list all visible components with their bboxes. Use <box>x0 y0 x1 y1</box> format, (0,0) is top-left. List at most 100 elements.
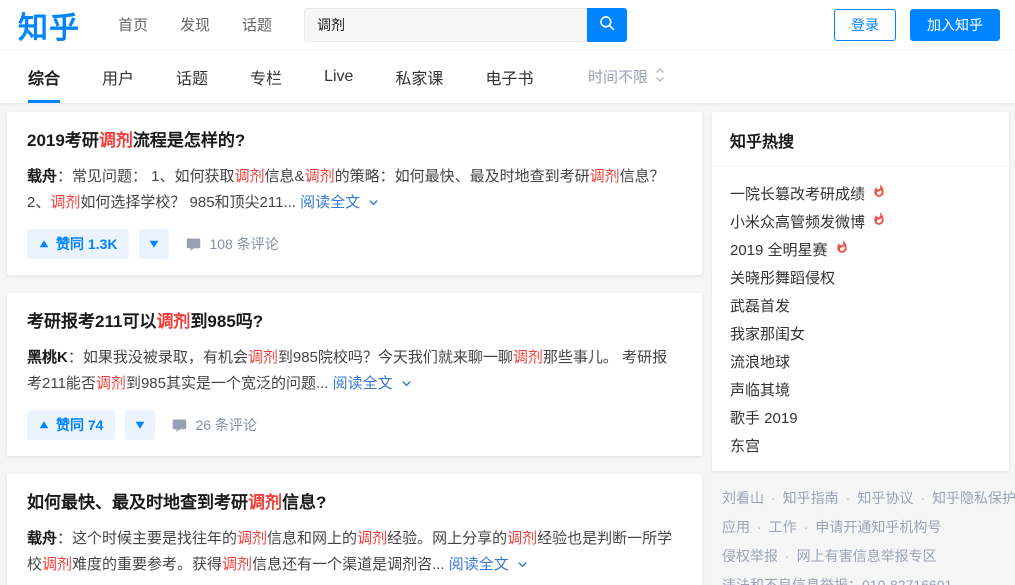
nav-item[interactable]: 发现 <box>180 14 210 35</box>
hot-search-item[interactable]: 关晓彤舞蹈侵权 <box>730 263 991 291</box>
tab[interactable]: 综合 <box>28 50 60 103</box>
highlight-keyword: 调剂 <box>235 168 265 185</box>
footer-link[interactable]: 侵权举报 <box>722 548 778 564</box>
time-filter-dropdown[interactable]: 时间不限 <box>588 66 665 87</box>
tab[interactable]: 用户 <box>102 50 134 103</box>
text-segment: 考研报考211可以 <box>27 312 156 331</box>
hot-search-item[interactable]: 歌手 2019 <box>730 403 991 431</box>
footer-link[interactable]: 违法和不良信息举报：010-82716601 <box>722 577 952 585</box>
result-snippet: 载舟：这个时候主要是找往年的调剂信息和网上的调剂经验。网上分享的调剂经验也是判断… <box>27 526 682 578</box>
footer-line: 应用·工作·申请开通知乎机构号 <box>722 513 1009 542</box>
main-content: 2019考研调剂流程是怎样的? 载舟：常见问题： 1、如何获取调剂信息&调剂的策… <box>0 104 1015 585</box>
result-actions: 赞同 74 26 条评论 <box>27 410 682 440</box>
read-more-link[interactable]: 阅读全文 <box>300 194 379 211</box>
result-author[interactable]: 载舟 <box>27 530 57 547</box>
results-list: 2019考研调剂流程是怎样的? 载舟：常见问题： 1、如何获取调剂信息&调剂的策… <box>7 112 702 585</box>
downvote-button[interactable] <box>139 229 169 259</box>
text-segment: 如何最快、最及时地查到考研 <box>27 493 248 512</box>
downvote-button[interactable] <box>125 410 155 440</box>
footer-link[interactable]: 应用 <box>722 519 750 535</box>
time-filter-label: 时间不限 <box>588 66 648 87</box>
footer-separator: · <box>778 548 797 564</box>
highlight-keyword: 调剂 <box>222 556 252 573</box>
text-segment: 经验。网上分享的 <box>387 530 507 547</box>
tab[interactable]: 电子书 <box>485 50 533 103</box>
text-segment: 信息& <box>265 168 305 185</box>
sort-chevrons-icon <box>655 67 665 87</box>
header-actions: 登录 加入知乎 <box>834 9 1000 41</box>
upvote-button[interactable]: 赞同 74 <box>27 410 115 440</box>
result-title[interactable]: 考研报考211可以调剂到985吗? <box>27 310 682 333</box>
read-more-label: 阅读全文 <box>449 556 513 573</box>
comments-link[interactable]: 26 条评论 <box>172 415 256 435</box>
hot-search-item[interactable]: 我家那闺女 <box>730 319 991 347</box>
read-more-label: 阅读全文 <box>300 194 364 211</box>
triangle-down-icon <box>149 239 159 249</box>
hot-search-item[interactable]: 东宫 <box>730 431 991 459</box>
footer-link[interactable]: 刘看山 <box>722 490 764 506</box>
footer-link[interactable]: 网上有害信息举报专区 <box>797 548 937 564</box>
text-segment: ：如果我没被录取，有机会 <box>68 349 248 366</box>
footer-separator: · <box>750 519 769 535</box>
upvote-label: 赞同 1.3K <box>56 234 117 254</box>
footer-link[interactable]: 知乎隐私保护指引 <box>932 490 1015 506</box>
hot-search-item-label: 东宫 <box>730 435 760 456</box>
hot-search-item[interactable]: 武磊首发 <box>730 291 991 319</box>
highlight-keyword: 调剂 <box>507 530 537 547</box>
zhihu-logo[interactable]: 知乎 <box>18 3 80 47</box>
tab[interactable]: 私家课 <box>395 50 443 103</box>
hot-search-item-label: 小米众高管频发微博 <box>730 211 865 232</box>
result-title[interactable]: 2019考研调剂流程是怎样的? <box>27 129 682 152</box>
footer-link[interactable]: 申请开通知乎机构号 <box>815 519 941 535</box>
footer-link[interactable]: 工作 <box>769 519 797 535</box>
comments-link[interactable]: 108 条评论 <box>186 234 278 254</box>
chevron-down-icon <box>517 559 528 570</box>
join-button[interactable]: 加入知乎 <box>910 9 1000 41</box>
search-input[interactable] <box>304 8 587 42</box>
text-segment: 难度的重要参考。获得 <box>72 556 222 573</box>
read-more-link[interactable]: 阅读全文 <box>449 556 528 573</box>
tab[interactable]: 专栏 <box>250 50 282 103</box>
search-button[interactable] <box>587 8 627 42</box>
result-title[interactable]: 如何最快、最及时地查到考研调剂信息? <box>27 491 682 514</box>
highlight-keyword: 调剂 <box>156 312 190 331</box>
highlight-keyword: 调剂 <box>96 375 126 392</box>
hot-search-item[interactable]: 一院长篡改考研成绩 <box>730 179 991 207</box>
search-bar <box>304 8 627 42</box>
footer-link[interactable]: 知乎指南 <box>783 490 839 506</box>
text-segment: 的策略：如何最快、最及时地查到考研 <box>335 168 590 185</box>
highlight-keyword: 调剂 <box>42 556 72 573</box>
comment-label: 108 条评论 <box>209 234 278 254</box>
read-more-link[interactable]: 阅读全文 <box>333 375 412 392</box>
hot-search-item-label: 流浪地球 <box>730 351 790 372</box>
result-author[interactable]: 黑桃K <box>27 349 68 366</box>
hot-search-item[interactable]: 流浪地球 <box>730 347 991 375</box>
login-button[interactable]: 登录 <box>834 9 896 41</box>
chevron-down-icon <box>401 378 412 389</box>
hot-search-item[interactable]: 声临其境 <box>730 375 991 403</box>
tab[interactable]: 话题 <box>176 50 208 103</box>
hot-search-item[interactable]: 小米众高管频发微博 <box>730 207 991 235</box>
result-author[interactable]: 载舟 <box>27 168 57 185</box>
search-tabbar: 综合 用户 话题 专栏 Live 私家课 电子书 时间不限 <box>0 50 1015 104</box>
highlight-keyword: 调剂 <box>305 168 335 185</box>
footer-separator: · <box>839 490 858 506</box>
tab[interactable]: Live <box>324 50 353 103</box>
hot-search-item-label: 歌手 2019 <box>730 407 798 428</box>
nav-item[interactable]: 首页 <box>118 14 148 35</box>
nav-item[interactable]: 话题 <box>242 14 272 35</box>
text-segment: 到985吗? <box>190 312 263 331</box>
highlight-keyword: 调剂 <box>590 168 620 185</box>
hot-search-item-label: 一院长篡改考研成绩 <box>730 183 865 204</box>
triangle-up-icon <box>39 239 49 249</box>
footer-link[interactable]: 知乎协议 <box>857 490 913 506</box>
highlight-keyword: 调剂 <box>248 349 278 366</box>
upvote-button[interactable]: 赞同 1.3K <box>27 229 129 259</box>
text-segment: ：这个时候主要是找往年的 <box>57 530 237 547</box>
text-segment: 信息和网上的 <box>267 530 357 547</box>
flame-icon <box>872 184 886 202</box>
hot-search-item-label: 关晓彤舞蹈侵权 <box>730 267 835 288</box>
comment-label: 26 条评论 <box>195 415 256 435</box>
hot-search-item[interactable]: 2019 全明星赛 <box>730 235 991 263</box>
chevron-down-icon <box>368 197 379 208</box>
